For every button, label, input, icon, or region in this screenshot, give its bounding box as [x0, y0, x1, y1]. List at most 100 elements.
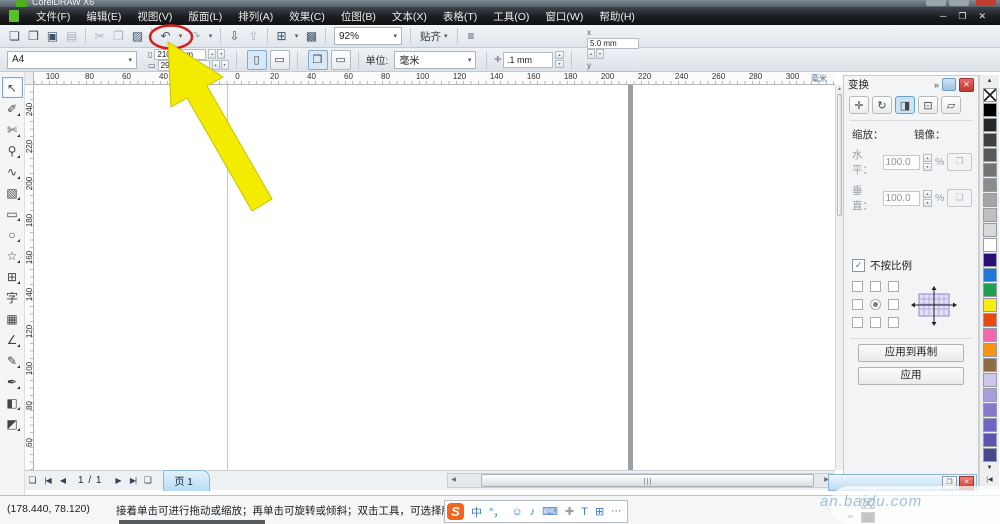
collapse-docker-icon[interactable]: »: [934, 80, 939, 90]
duplicate-x-field[interactable]: 5.0 mm: [587, 38, 639, 49]
anchor-cell[interactable]: [852, 281, 863, 292]
shape-tool[interactable]: ✐: [2, 98, 23, 119]
page-height-field[interactable]: 297.0 mm: [158, 60, 210, 71]
mirror-horizontal-button[interactable]: ❐: [947, 153, 972, 171]
app-launcher-icon[interactable]: ⊞: [273, 27, 290, 45]
palette-swatch[interactable]: [983, 298, 997, 312]
interactive-fill-tool[interactable]: ◩: [2, 413, 23, 434]
sogou-logo-icon[interactable]: S: [447, 503, 464, 520]
smart-fill-tool[interactable]: ▧: [2, 182, 23, 203]
new-document-icon[interactable]: ❏: [6, 27, 23, 45]
menu-table[interactable]: 表格(T): [435, 9, 485, 24]
drawing-canvas[interactable]: [34, 85, 835, 470]
palette-scroll-down-icon[interactable]: ▼: [987, 462, 993, 474]
nudge-spinner[interactable]: ▴▾: [555, 51, 564, 68]
palette-swatch[interactable]: [983, 388, 997, 402]
anchor-cell[interactable]: [888, 317, 899, 328]
palette-swatch[interactable]: [983, 193, 997, 207]
horizontal-ruler[interactable]: 1008060402002040608010012014016018020022…: [25, 72, 835, 85]
duplicate-x-spinner[interactable]: ▴▾: [587, 49, 639, 59]
menu-view[interactable]: 视图(V): [129, 9, 180, 24]
transform-skew-button[interactable]: ▱: [941, 96, 961, 114]
next-page-icon[interactable]: ▶: [110, 476, 125, 485]
palette-swatch[interactable]: [983, 448, 997, 462]
crop-tool[interactable]: ✄: [2, 119, 23, 140]
separator[interactable]: [325, 28, 326, 44]
polygon-tool[interactable]: ☆: [2, 245, 23, 266]
menu-help[interactable]: 帮助(H): [591, 9, 643, 24]
add-page-icon[interactable]: ❏: [25, 475, 40, 486]
ellipse-tool[interactable]: ○: [2, 224, 23, 245]
minimized-window-bar[interactable]: ❐ ✕: [828, 474, 977, 491]
menu-effects[interactable]: 效果(C): [281, 9, 333, 24]
scale-h-field[interactable]: 100.0: [883, 155, 920, 170]
freehand-tool[interactable]: ∿: [2, 161, 23, 182]
menu-bitmaps[interactable]: 位图(B): [333, 9, 384, 24]
cut-icon[interactable]: ✂: [91, 27, 108, 45]
palette-swatch[interactable]: [983, 103, 997, 117]
vertical-ruler[interactable]: 2402202001801601401201008060: [25, 85, 34, 470]
palette-swatch[interactable]: [983, 163, 997, 177]
docker-float-button[interactable]: [942, 78, 956, 91]
apply-button[interactable]: 应用: [858, 367, 964, 385]
ime-tool-icon[interactable]: ✚: [565, 505, 574, 518]
save-icon[interactable]: ▣: [44, 27, 61, 45]
palette-swatch[interactable]: [983, 268, 997, 282]
palette-swatch[interactable]: [983, 373, 997, 387]
units-combo[interactable]: 毫米 ▾: [394, 51, 476, 69]
palette-swatch[interactable]: [983, 343, 997, 357]
doc-minimize-button[interactable]: ─: [940, 11, 946, 22]
ime-chinese-mode-icon[interactable]: 中: [471, 504, 482, 520]
ime-mic-icon[interactable]: ♪: [530, 506, 536, 518]
ime-punctuation-icon[interactable]: °，: [489, 504, 504, 520]
pick-tool[interactable]: ↖: [2, 77, 23, 98]
separator[interactable]: [85, 28, 86, 44]
outline-color-swatch[interactable]: [861, 512, 875, 523]
paste-icon[interactable]: ▨: [129, 27, 146, 45]
page-tab[interactable]: 页 1: [163, 470, 209, 491]
ime-more-icon[interactable]: ⋯: [611, 506, 621, 517]
redo-dropdown-icon[interactable]: ▾: [206, 27, 215, 45]
window-maximize-button[interactable]: [949, 0, 969, 6]
docker-close-button[interactable]: ✕: [959, 78, 974, 92]
separator[interactable]: [267, 28, 268, 44]
window-minimize-button[interactable]: [926, 0, 946, 6]
ime-keyboard-icon[interactable]: ⌨: [542, 505, 558, 518]
scale-h-spinner[interactable]: ▴▾: [923, 154, 932, 171]
separator[interactable]: [151, 28, 152, 44]
scroll-up-icon[interactable]: ▲: [836, 85, 843, 93]
basic-shapes-tool[interactable]: ⊞: [2, 266, 23, 287]
palette-swatch[interactable]: [983, 433, 997, 447]
anchor-cell[interactable]: [870, 281, 881, 292]
anchor-cell[interactable]: [888, 299, 899, 310]
menu-window[interactable]: 窗口(W): [537, 9, 591, 24]
palette-swatch[interactable]: [983, 418, 997, 432]
redo-icon[interactable]: ↷: [187, 27, 204, 45]
undo-icon[interactable]: ↶: [157, 27, 174, 45]
separator[interactable]: [220, 28, 221, 44]
height-spinner[interactable]: ▴▾: [212, 60, 229, 70]
open-icon[interactable]: ❐: [25, 27, 42, 45]
palette-swatch[interactable]: [983, 253, 997, 267]
menu-text[interactable]: 文本(X): [384, 9, 435, 24]
menu-tools[interactable]: 工具(O): [485, 9, 537, 24]
options-icon[interactable]: ≡: [463, 27, 480, 45]
palette-swatch[interactable]: [983, 208, 997, 222]
palette-swatch[interactable]: [983, 313, 997, 327]
palette-swatch[interactable]: [983, 133, 997, 147]
landscape-button[interactable]: ▭: [270, 50, 290, 70]
proportional-checkbox[interactable]: ✓: [852, 259, 865, 272]
ime-skin-icon[interactable]: T: [581, 506, 588, 518]
anchor-cell[interactable]: [888, 281, 899, 292]
close-window-button[interactable]: ✕: [959, 476, 974, 490]
ime-grid-icon[interactable]: ⊞: [595, 505, 604, 518]
current-page-button[interactable]: ▭: [331, 50, 351, 70]
palette-swatch[interactable]: [983, 118, 997, 132]
palette-swatch[interactable]: [983, 328, 997, 342]
table-tool[interactable]: ▦: [2, 308, 23, 329]
fill-color-swatch[interactable]: [861, 498, 875, 509]
scale-v-field[interactable]: 100.0: [883, 191, 920, 206]
ruler-origin-corner[interactable]: [25, 72, 34, 85]
copy-icon[interactable]: ❒: [110, 27, 127, 45]
zoom-tool[interactable]: ⚲: [2, 140, 23, 161]
